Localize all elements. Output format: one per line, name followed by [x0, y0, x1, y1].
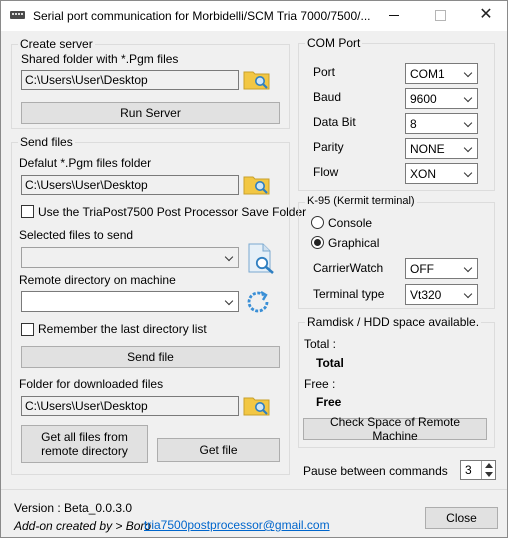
use-post-processor-checkbox[interactable]: [21, 205, 34, 218]
window-title: Serial port communication for Morbidelli…: [33, 9, 371, 23]
chevron-down-icon: [463, 168, 473, 178]
main-window: Serial port communication for Morbidelli…: [0, 0, 508, 538]
search-files-icon[interactable]: [246, 243, 276, 274]
flow-value: XON: [410, 167, 437, 181]
parity-dropdown[interactable]: NONE: [405, 138, 478, 159]
close-button[interactable]: Close: [425, 507, 498, 529]
check-space-button[interactable]: Check Space of Remote Machine: [303, 415, 487, 443]
chevron-down-icon: [463, 263, 473, 273]
remember-dir-checkbox[interactable]: [21, 323, 34, 336]
chevron-down-icon: [224, 296, 234, 306]
flow-dropdown[interactable]: XON: [405, 163, 478, 184]
port-value: COM1: [410, 67, 445, 81]
credit-label: Add-on created by > Boro: [14, 519, 152, 533]
databit-value: 8: [410, 117, 417, 131]
total-value: Total: [316, 356, 344, 370]
chevron-down-icon: [224, 252, 234, 262]
baud-dropdown[interactable]: 9600: [405, 88, 478, 109]
remember-dir-label: Remember the last directory list: [38, 322, 207, 336]
chevron-down-icon: [463, 68, 473, 78]
shared-folder-label: Shared folder with *.Pgm files: [21, 52, 179, 66]
shared-folder-path-field[interactable]: C:\Users\User\Desktop: [21, 70, 239, 90]
carrierwatch-dropdown[interactable]: OFF: [405, 258, 478, 279]
get-all-files-label-line1: Get all files from: [41, 430, 128, 444]
remote-dir-dropdown[interactable]: [21, 291, 239, 312]
selected-files-dropdown[interactable]: [21, 247, 239, 268]
browse-default-folder-icon[interactable]: [243, 172, 272, 196]
browse-download-folder-icon[interactable]: [243, 393, 272, 417]
serial-port-app-icon: [10, 11, 25, 19]
maximize-button[interactable]: [417, 1, 463, 31]
graphical-label: Graphical: [328, 236, 380, 250]
title-bar: Serial port communication for Morbidelli…: [1, 1, 507, 31]
port-dropdown[interactable]: COM1: [405, 63, 478, 84]
version-label: Version : Beta_0.0.3.0: [14, 501, 133, 515]
pause-stepper[interactable]: 3: [460, 460, 496, 480]
get-all-files-button[interactable]: Get all files from remote directory: [21, 425, 148, 463]
get-all-files-label-line2: remote directory: [41, 444, 128, 458]
use-post-processor-label: Use the TriaPost7500 Post Processor Save…: [38, 205, 307, 219]
refresh-icon[interactable]: [245, 289, 271, 315]
chevron-up-icon[interactable]: [485, 463, 493, 468]
pause-label: Pause between commands: [303, 464, 448, 478]
baud-label: Baud: [313, 90, 342, 104]
terminal-type-value: Vt320: [410, 288, 442, 302]
close-icon: ✕: [479, 6, 493, 23]
terminal-type-label: Terminal type: [313, 287, 385, 301]
chevron-down-icon[interactable]: [485, 472, 493, 477]
run-server-button[interactable]: Run Server: [21, 102, 280, 124]
default-folder-label: Defalut *.Pgm files folder: [19, 156, 152, 170]
port-label: Port: [313, 65, 336, 79]
baud-value: 9600: [410, 92, 437, 106]
get-file-button[interactable]: Get file: [157, 438, 280, 462]
free-label: Free :: [304, 377, 336, 391]
minimize-button[interactable]: [371, 1, 417, 31]
graphical-radio[interactable]: [311, 236, 324, 249]
download-folder-path-field[interactable]: C:\Users\User\Desktop: [21, 396, 239, 416]
console-label: Console: [328, 216, 373, 230]
browse-folder-icon[interactable]: [243, 67, 272, 91]
footer-divider: [1, 489, 507, 490]
close-window-button[interactable]: ✕: [463, 1, 508, 31]
chevron-down-icon: [463, 93, 473, 103]
send-file-button[interactable]: Send file: [21, 346, 280, 368]
selected-files-label: Selected files to send: [19, 228, 134, 242]
flow-label: Flow: [313, 165, 339, 179]
create-server-title: Create server: [18, 37, 95, 51]
terminal-type-dropdown[interactable]: Vt320: [405, 284, 478, 305]
default-folder-path-field[interactable]: C:\Users\User\Desktop: [21, 175, 239, 195]
chevron-down-icon: [463, 289, 473, 299]
carrierwatch-label: CarrierWatch: [313, 261, 384, 275]
remote-dir-label: Remote directory on machine: [19, 273, 176, 287]
databit-label: Data Bit: [313, 115, 356, 129]
chevron-down-icon: [463, 143, 473, 153]
carrierwatch-value: OFF: [410, 262, 434, 276]
parity-label: Parity: [313, 140, 344, 154]
download-folder-label: Folder for downloaded files: [19, 377, 164, 391]
email-link[interactable]: tria7500postprocessor@gmail.com: [144, 518, 330, 532]
send-files-title: Send files: [18, 135, 75, 149]
parity-value: NONE: [410, 142, 445, 156]
chevron-down-icon: [463, 118, 473, 128]
stepper-buttons[interactable]: [481, 461, 495, 479]
pause-value: 3: [465, 463, 472, 477]
console-radio[interactable]: [311, 216, 324, 229]
free-value: Free: [316, 395, 342, 409]
com-port-title: COM Port: [305, 36, 363, 50]
ramdisk-title: Ramdisk / HDD space available.: [305, 315, 482, 329]
databit-dropdown[interactable]: 8: [405, 113, 478, 134]
total-label: Total :: [304, 337, 337, 351]
kermit-terminal-title: K-95 (Kermit terminal): [305, 195, 417, 207]
